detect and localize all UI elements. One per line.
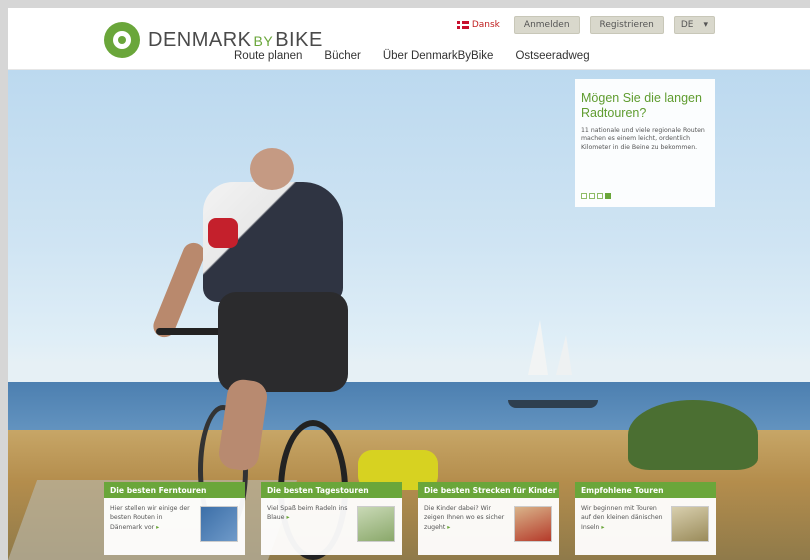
arrow-right-icon: ▸ <box>447 523 451 531</box>
rider-arm <box>150 239 208 341</box>
logo-text: DENMARK BY BIKE <box>148 28 323 51</box>
rider-jersey-red-panel <box>208 218 238 248</box>
dansk-label: Dansk <box>471 20 500 30</box>
card-tagestouren[interactable]: Die besten Tagestouren Viel Spaß beim Ra… <box>261 482 402 555</box>
card-title: Die besten Ferntouren <box>104 482 245 498</box>
hero-image: Mögen Sie die langen Radtouren? 11 natio… <box>8 70 810 560</box>
slider-dot-1[interactable] <box>581 193 587 199</box>
card-text: Viel Spaß beim Radeln ins Blaue ▸ <box>267 505 348 522</box>
card-text: Die Kinder dabei? Wir zeigen Ihnen wo es… <box>424 505 505 531</box>
slider-dot-4-active[interactable] <box>605 193 611 199</box>
card-kinder[interactable]: Die besten Strecken für Kinder Die Kinde… <box>418 482 559 555</box>
promo-box[interactable]: Mögen Sie die langen Radtouren? 11 natio… <box>575 79 715 207</box>
sailboat-hull <box>508 400 598 408</box>
card-ferntouren[interactable]: Die besten Ferntouren Hier stellen wir e… <box>104 482 245 555</box>
utility-bar: Dansk Anmelden Registrieren DE ▾ <box>456 16 715 34</box>
site-header: DENMARK BY BIKE Dansk Anmelden Registriere… <box>8 8 810 70</box>
browser-frame: DENMARK BY BIKE Dansk Anmelden Registriere… <box>0 0 810 560</box>
nav-item-route-planen[interactable]: Route planen <box>234 50 302 62</box>
nav-item-buecher[interactable]: Bücher <box>324 50 360 62</box>
slider-dot-3[interactable] <box>597 193 603 199</box>
language-selected: DE <box>680 20 694 30</box>
chevron-down-icon: ▾ <box>703 20 708 30</box>
card-body: Wir beginnen mit Touren auf den kleinen … <box>575 498 716 555</box>
card-thumbnail-kids <box>514 506 552 542</box>
card-body: Die Kinder dabei? Wir zeigen Ihnen wo es… <box>418 498 559 555</box>
card-thumbnail-map <box>200 506 238 542</box>
rider-head <box>250 148 294 190</box>
page: DENMARK BY BIKE Dansk Anmelden Registriere… <box>8 8 810 560</box>
danish-flag-icon <box>456 21 469 29</box>
arrow-right-icon: ▸ <box>156 523 160 531</box>
register-button[interactable]: Registrieren <box>589 16 664 34</box>
card-text: Wir beginnen mit Touren auf den kleinen … <box>581 505 663 531</box>
card-text: Hier stellen wir einige der besten Route… <box>110 505 190 531</box>
arrow-right-icon: ▸ <box>286 514 290 522</box>
nav-item-ueber[interactable]: Über DenmarkByBike <box>383 50 494 62</box>
bike-wheel-logo-icon <box>104 22 140 58</box>
promo-text: 11 nationale und viele regionale Routen … <box>581 126 705 152</box>
card-title: Die besten Tagestouren <box>261 482 402 498</box>
main-nav: Route planen Bücher Über DenmarkByBike O… <box>234 50 590 62</box>
slider-dots <box>581 193 611 199</box>
login-button[interactable]: Anmelden <box>513 16 580 34</box>
nav-item-ostseeradweg[interactable]: Ostseeradweg <box>515 50 589 62</box>
card-empfohlene-touren[interactable]: Empfohlene Touren Wir beginnen mit Toure… <box>575 482 716 555</box>
dansk-language-link[interactable]: Dansk <box>456 20 500 30</box>
card-body: Viel Spaß beim Radeln ins Blaue ▸ <box>261 498 402 555</box>
card-title: Die besten Strecken für Kinder <box>418 482 559 498</box>
card-title: Empfohlene Touren <box>575 482 716 498</box>
promo-title: Mögen Sie die langen Radtouren? <box>581 91 702 120</box>
sailboat-sail <box>528 320 548 375</box>
card-thumbnail-island <box>671 506 709 542</box>
language-select[interactable]: DE ▾ <box>673 16 715 34</box>
arrow-right-icon: ▸ <box>601 523 605 531</box>
card-thumbnail-cyclists <box>357 506 395 542</box>
bush <box>628 400 758 470</box>
slider-dot-2[interactable] <box>589 193 595 199</box>
sailboat-sail-2 <box>556 335 572 375</box>
rider-shorts <box>218 292 348 392</box>
card-body: Hier stellen wir einige der besten Route… <box>104 498 245 555</box>
bike-handlebar <box>156 328 226 335</box>
